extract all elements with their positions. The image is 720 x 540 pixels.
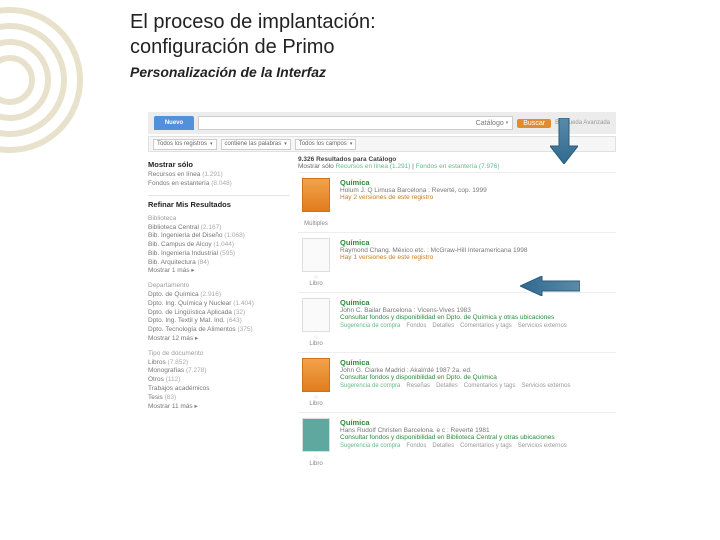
facet-item[interactable]: Monografías (7.278)	[148, 367, 290, 376]
facet-item[interactable]: Tesis (83)	[148, 394, 290, 403]
facet-item[interactable]: Dpto. Ing. Química y Nuclear (1.404)	[148, 300, 290, 309]
result-actions: Sugerencia de compra Reseñas Detalles Comen…	[340, 383, 616, 389]
result-actions: Sugerencia de compra Fondos Detalles Coment…	[340, 443, 616, 449]
facet-item[interactable]: Bib. Campus de Alcoy (1.044)	[148, 241, 290, 250]
facet-item[interactable]: Bib. Ingeniería del Diseño (1.068)	[148, 232, 290, 241]
result-title[interactable]: Química	[340, 418, 616, 427]
action-comments[interactable]: Comentarios y tags	[460, 443, 512, 449]
filter-link-shelf[interactable]: Fondos en estantería (7.976)	[416, 163, 500, 170]
facets-sidebar: Mostrar sólo Recursos en línea (1.291) F…	[148, 156, 290, 472]
result-title[interactable]: Química	[340, 358, 616, 367]
result-meta: Raymond Chang. México etc. : McGraw-Hill…	[340, 247, 616, 254]
filter-contains[interactable]: contiene las palabras	[221, 139, 291, 150]
facet-group-type: Tipo de documento	[148, 350, 290, 357]
facet-item[interactable]: Trabajos académicos	[148, 385, 290, 394]
result-availability[interactable]: Consultar fondos y disponibilidad en Dpt…	[340, 314, 616, 321]
decorative-background	[0, 0, 130, 540]
action-external[interactable]: Servicios externos	[518, 323, 567, 329]
facet-more[interactable]: Mostrar 11 más ▸	[148, 403, 290, 412]
result-meta: Holum J. Q Limusa Barcelona : Reverté, c…	[340, 187, 616, 194]
facet-group-library: Biblioteca	[148, 215, 290, 222]
action-external[interactable]: Servicios externos	[518, 443, 567, 449]
result-actions: Sugerencia de compra Fondos Detalles Coment…	[340, 323, 616, 329]
search-button[interactable]: Buscar	[517, 119, 551, 128]
book-thumb-icon	[302, 358, 330, 392]
filter-field[interactable]: Todos los campos	[295, 139, 357, 150]
result-item[interactable]: ☆Libro Química Raymond Chang. México etc…	[298, 232, 616, 292]
action-comments[interactable]: Comentarios y tags	[460, 323, 512, 329]
action-details[interactable]: Detalles	[432, 323, 454, 329]
advanced-search-link[interactable]: Búsqueda Avanzada	[555, 120, 610, 126]
book-thumb-icon	[302, 298, 330, 332]
filter-bar: Todos los registros contiene las palabra…	[148, 136, 616, 152]
facet-online[interactable]: Recursos en línea (1.291)	[148, 171, 290, 180]
result-availability[interactable]: Hay 2 versiones de este registro	[340, 194, 616, 201]
primo-screenshot: Nuevo Catálogo ▾ Buscar Búsqueda Avanzad…	[148, 112, 616, 412]
action-fondos[interactable]: Fondos	[406, 443, 426, 449]
facet-header-refine: Refinar Mis Resultados	[148, 200, 290, 209]
result-availability[interactable]: Consultar fondos y disponibilidad en Bib…	[340, 434, 616, 441]
facet-header-showonly: Mostrar sólo	[148, 160, 290, 169]
scope-dropdown[interactable]: Catálogo	[476, 120, 504, 127]
action-details[interactable]: Detalles	[432, 443, 454, 449]
item-type: Libro	[298, 401, 334, 407]
result-meta: Hans Rudolf Christen Barcelona. e c : Re…	[340, 427, 616, 434]
filter-link-online[interactable]: Recursos en línea (1.291)	[336, 163, 411, 170]
result-item[interactable]: ☆Libro Química John G. Clarke Madrid : A…	[298, 352, 616, 412]
book-thumb-icon	[302, 178, 330, 212]
facet-group-dept: Departamento	[148, 282, 290, 289]
action-suggest[interactable]: Sugerencia de compra	[340, 383, 400, 389]
action-details[interactable]: Detalles	[436, 383, 458, 389]
facet-item[interactable]: Bib. Ingeniería Industrial (595)	[148, 250, 290, 259]
item-type: Libro	[298, 341, 334, 347]
action-reviews[interactable]: Reseñas	[406, 383, 430, 389]
result-meta: John C. Bailar Barcelona : Vicens-Vives …	[340, 307, 616, 314]
facet-more[interactable]: Mostrar 1 más ▸	[148, 267, 290, 276]
result-item[interactable]: ☆Libro Química John C. Bailar Barcelona …	[298, 292, 616, 352]
result-title[interactable]: Química	[340, 178, 616, 187]
facet-shelf[interactable]: Fondos en estantería (8.048)	[148, 180, 290, 189]
facet-item[interactable]: Dpto. de Química (2.916)	[148, 291, 290, 300]
action-external[interactable]: Servicios externos	[521, 383, 570, 389]
facet-more[interactable]: Mostrar 12 más ▸	[148, 335, 290, 344]
book-thumb-icon	[302, 418, 330, 452]
action-suggest[interactable]: Sugerencia de compra	[340, 443, 400, 449]
results-header: 9.326 Resultados para Catálogo Mostrar s…	[298, 156, 616, 170]
result-item[interactable]: ☆Libro Química Hans Rudolf Christen Barc…	[298, 412, 616, 472]
facet-item[interactable]: Dpto. de Lingüística Aplicada (32)	[148, 309, 290, 318]
result-title[interactable]: Química	[340, 298, 616, 307]
search-bar: Nuevo Catálogo ▾ Buscar Búsqueda Avanzad…	[148, 112, 616, 134]
action-suggest[interactable]: Sugerencia de compra	[340, 323, 400, 329]
slide-title: El proceso de implantación: configuració…	[130, 10, 376, 60]
item-type: Múltiples	[298, 221, 334, 227]
facet-item[interactable]: Dpto. Tecnología de Alimentos (375)	[148, 326, 290, 335]
item-type: Libro	[298, 281, 334, 287]
search-input[interactable]: Catálogo ▾	[198, 116, 513, 130]
facet-item[interactable]: Bib. Arquitectura (84)	[148, 259, 290, 268]
result-meta: John G. Clarke Madrid : Akal/rdé 1987 2a…	[340, 367, 616, 374]
result-title[interactable]: Química	[340, 238, 616, 247]
slide-subtitle: Personalización de la Interfaz	[130, 64, 376, 80]
result-availability[interactable]: Consultar fondos y disponibilidad en Dpt…	[340, 374, 616, 381]
book-thumb-icon	[302, 238, 330, 272]
item-type: Libro	[298, 461, 334, 467]
facet-item[interactable]: Biblioteca Central (2.167)	[148, 224, 290, 233]
results-column: 9.326 Resultados para Catálogo Mostrar s…	[298, 156, 616, 472]
result-item[interactable]: ☆Múltiples Química Holum J. Q Limusa Bar…	[298, 172, 616, 232]
facet-item[interactable]: Libros (7.852)	[148, 359, 290, 368]
facet-item[interactable]: Otros (112)	[148, 376, 290, 385]
search-tab[interactable]: Nuevo	[154, 116, 194, 130]
filter-records[interactable]: Todos los registros	[153, 139, 217, 150]
action-comments[interactable]: Comentarios y tags	[464, 383, 516, 389]
result-availability[interactable]: Hay 1 versiones de este registro	[340, 254, 616, 261]
facet-item[interactable]: Dpto. Ing. Textil y Mat. Ind. (643)	[148, 317, 290, 326]
action-fondos[interactable]: Fondos	[406, 323, 426, 329]
